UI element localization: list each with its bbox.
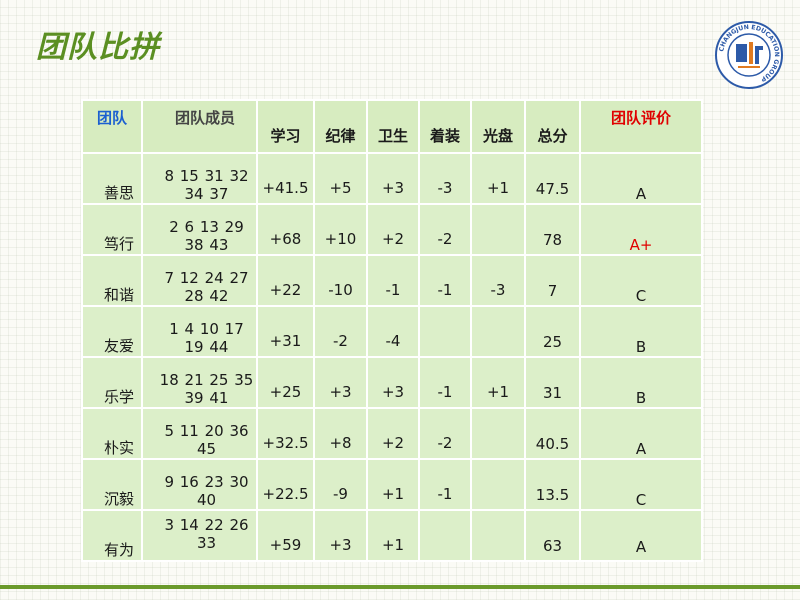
team-evaluation: A — [579, 407, 703, 460]
score-total: 25 — [524, 305, 581, 358]
team-name: 有为 — [81, 509, 143, 562]
score-discipline: -9 — [313, 458, 368, 511]
header-clean-plate: 光盘 — [470, 99, 526, 154]
score-dress: -2 — [418, 203, 472, 256]
team-evaluation: A — [579, 152, 703, 205]
team-name: 善思 — [81, 152, 143, 205]
score-clean-plate: -3 — [470, 254, 526, 307]
team-name: 友爱 — [81, 305, 143, 358]
score-total: 31 — [524, 356, 581, 409]
score-clean-plate — [470, 458, 526, 511]
header-members: 团队成员 — [141, 99, 258, 154]
team-evaluation: B — [579, 356, 703, 409]
team-name: 乐学 — [81, 356, 143, 409]
team-members: 1 4 10 17 19 44 — [141, 305, 258, 358]
score-clean-plate — [470, 305, 526, 358]
table-header-row: 团队 团队成员 学习 纪律 卫生 着装 光盘 总分 团队评价 — [81, 99, 703, 154]
score-clean-plate: +1 — [470, 356, 526, 409]
score-clean-plate — [470, 509, 526, 562]
header-team: 团队 — [81, 99, 143, 154]
team-members: 2 6 13 29 38 43 — [141, 203, 258, 256]
score-discipline: +5 — [313, 152, 368, 205]
score-discipline: -2 — [313, 305, 368, 358]
score-total: 47.5 — [524, 152, 581, 205]
school-emblem-icon: CHANGJUN EDUCATION GROUP — [715, 21, 783, 89]
table-row: 朴实 5 11 20 36 45 +32.5 +8 +2 -2 40.5 A — [81, 407, 703, 460]
header-discipline: 纪律 — [313, 99, 368, 154]
score-study: +68 — [256, 203, 315, 256]
team-members: 9 16 23 30 40 — [141, 458, 258, 511]
score-study: +25 — [256, 356, 315, 409]
team-name: 笃行 — [81, 203, 143, 256]
score-dress: -3 — [418, 152, 472, 205]
team-evaluation: B — [579, 305, 703, 358]
header-dress: 着装 — [418, 99, 472, 154]
score-discipline: +8 — [313, 407, 368, 460]
score-dress — [418, 305, 472, 358]
team-members: 18 21 25 35 39 41 — [141, 356, 258, 409]
score-total: 13.5 — [524, 458, 581, 511]
score-hygiene: +2 — [366, 203, 420, 256]
score-hygiene: +3 — [366, 152, 420, 205]
score-total: 63 — [524, 509, 581, 562]
page-title: 团队比拼 — [36, 30, 160, 65]
score-hygiene: +2 — [366, 407, 420, 460]
score-hygiene: +1 — [366, 509, 420, 562]
table-row: 善思 8 15 31 32 34 37 +41.5 +5 +3 -3 +1 47… — [81, 152, 703, 205]
score-clean-plate — [470, 203, 526, 256]
table-row: 和谐 7 12 24 27 28 42 +22 -10 -1 -1 -3 7 C — [81, 254, 703, 307]
team-name: 沉毅 — [81, 458, 143, 511]
table-row: 友爱 1 4 10 17 19 44 +31 -2 -4 25 B — [81, 305, 703, 358]
score-study: +31 — [256, 305, 315, 358]
score-study: +41.5 — [256, 152, 315, 205]
score-hygiene: -1 — [366, 254, 420, 307]
team-members: 5 11 20 36 45 — [141, 407, 258, 460]
table-row: 乐学 18 21 25 35 39 41 +25 +3 +3 -1 +1 31 … — [81, 356, 703, 409]
bottom-divider — [0, 585, 800, 589]
score-clean-plate — [470, 407, 526, 460]
team-evaluation: C — [579, 458, 703, 511]
team-members: 3 14 22 26 33 — [141, 509, 258, 562]
header-total: 总分 — [524, 99, 581, 154]
team-evaluation: A+ — [579, 203, 703, 256]
score-total: 78 — [524, 203, 581, 256]
score-dress: -1 — [418, 254, 472, 307]
score-dress — [418, 509, 472, 562]
team-evaluation: C — [579, 254, 703, 307]
score-hygiene: +1 — [366, 458, 420, 511]
score-discipline: -10 — [313, 254, 368, 307]
table-row: 笃行 2 6 13 29 38 43 +68 +10 +2 -2 78 A+ — [81, 203, 703, 256]
score-hygiene: -4 — [366, 305, 420, 358]
score-study: +59 — [256, 509, 315, 562]
score-study: +32.5 — [256, 407, 315, 460]
header-study: 学习 — [256, 99, 315, 154]
score-discipline: +10 — [313, 203, 368, 256]
score-discipline: +3 — [313, 509, 368, 562]
score-hygiene: +3 — [366, 356, 420, 409]
score-study: +22.5 — [256, 458, 315, 511]
team-evaluation: A — [579, 509, 703, 562]
team-members: 7 12 24 27 28 42 — [141, 254, 258, 307]
team-name: 和谐 — [81, 254, 143, 307]
score-discipline: +3 — [313, 356, 368, 409]
score-clean-plate: +1 — [470, 152, 526, 205]
table-row: 有为 3 14 22 26 33 +59 +3 +1 63 A — [81, 509, 703, 562]
score-total: 40.5 — [524, 407, 581, 460]
table-row: 沉毅 9 16 23 30 40 +22.5 -9 +1 -1 13.5 C — [81, 458, 703, 511]
team-name: 朴实 — [81, 407, 143, 460]
score-dress: -1 — [418, 458, 472, 511]
team-score-table: 团队 团队成员 学习 纪律 卫生 着装 光盘 总分 团队评价 善思 8 15 3… — [81, 99, 703, 562]
score-study: +22 — [256, 254, 315, 307]
team-members: 8 15 31 32 34 37 — [141, 152, 258, 205]
header-hygiene: 卫生 — [366, 99, 420, 154]
header-evaluation: 团队评价 — [579, 99, 703, 154]
score-total: 7 — [524, 254, 581, 307]
score-dress: -1 — [418, 356, 472, 409]
score-dress: -2 — [418, 407, 472, 460]
